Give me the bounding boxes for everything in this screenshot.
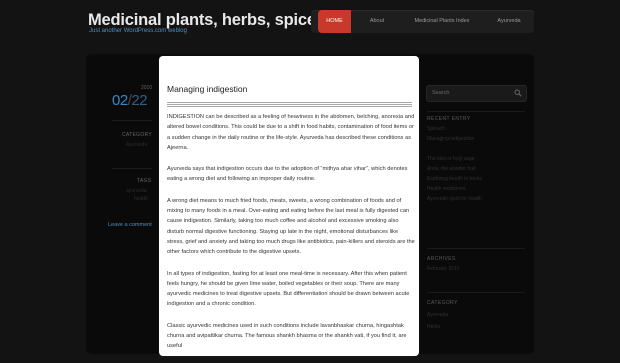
title-divider [167,102,412,107]
sidebar-divider [427,248,525,249]
recent-entry-link[interactable]: Spinach [427,126,445,132]
search-placeholder: Search [432,90,450,96]
post-paragraph: Classic ayurvedic medicines used in such… [167,322,407,350]
tag-link[interactable]: ayurveda [126,188,147,194]
post-paragraph: In all types of indigestion, fasting for… [167,270,410,308]
recent-entry-link[interactable]: Managing indigestion [427,136,474,142]
post-title[interactable]: Managing indigestion [167,84,247,94]
category-list-link[interactable]: Herbs [427,324,440,330]
meta-divider [112,120,152,121]
nav-medicinal-plants-index[interactable]: Medicinal Plants Index [406,10,478,33]
tags-label: TAGS [137,178,152,184]
recent-entry-link[interactable]: The tulsi or holy sage [427,156,475,162]
recent-entry-link[interactable]: Amla, the wonder fruit [427,166,476,172]
meta-divider [112,168,152,169]
tag-link[interactable]: health [134,196,148,202]
post-paragraph: Ayurveda says that indigestion occurs du… [167,166,408,183]
archives-heading: ARCHIVES [427,256,456,262]
category-list-link[interactable]: Ayurveda [427,312,448,318]
recent-entry-link[interactable]: Exploring health in herbs [427,176,482,182]
leave-comment-link[interactable]: Leave a comment [108,222,152,228]
post-date: 02/22 [112,92,148,109]
post-body: INDIGESTION can be described as a feelin… [167,112,415,363]
post-month: 02 [112,92,128,109]
nav-about[interactable]: About [357,10,397,33]
post-year: 2010 [141,85,153,91]
sidebar-divider [427,292,525,293]
main-nav: HOME About Medicinal Plants Index Ayurve… [311,10,534,33]
post-paragraph: A wrong diet means to much fried foods, … [167,197,415,256]
post-day: 22 [131,92,148,109]
categories-heading: CATEGORY [427,300,458,306]
recent-entry-link[interactable]: Health medicines [427,186,465,192]
archive-link[interactable]: February 2010 [427,266,460,272]
sidebar-divider [427,111,525,112]
recent-entry-link[interactable]: Ayurvedic gold for health [427,196,482,202]
site-tagline: Just another WordPress.com weblog [89,28,187,34]
search-field[interactable]: Search [426,85,527,102]
category-label: CATEGORY [122,132,152,138]
nav-ayurveda[interactable]: Ayurveda [486,10,532,33]
post-paragraph: INDIGESTION can be described as a feelin… [167,114,415,151]
recent-entries-heading: RECENT ENTRY [427,116,471,122]
category-link[interactable]: Ayurveda [126,142,147,148]
nav-home[interactable]: HOME [318,10,351,33]
search-icon[interactable] [514,89,522,97]
